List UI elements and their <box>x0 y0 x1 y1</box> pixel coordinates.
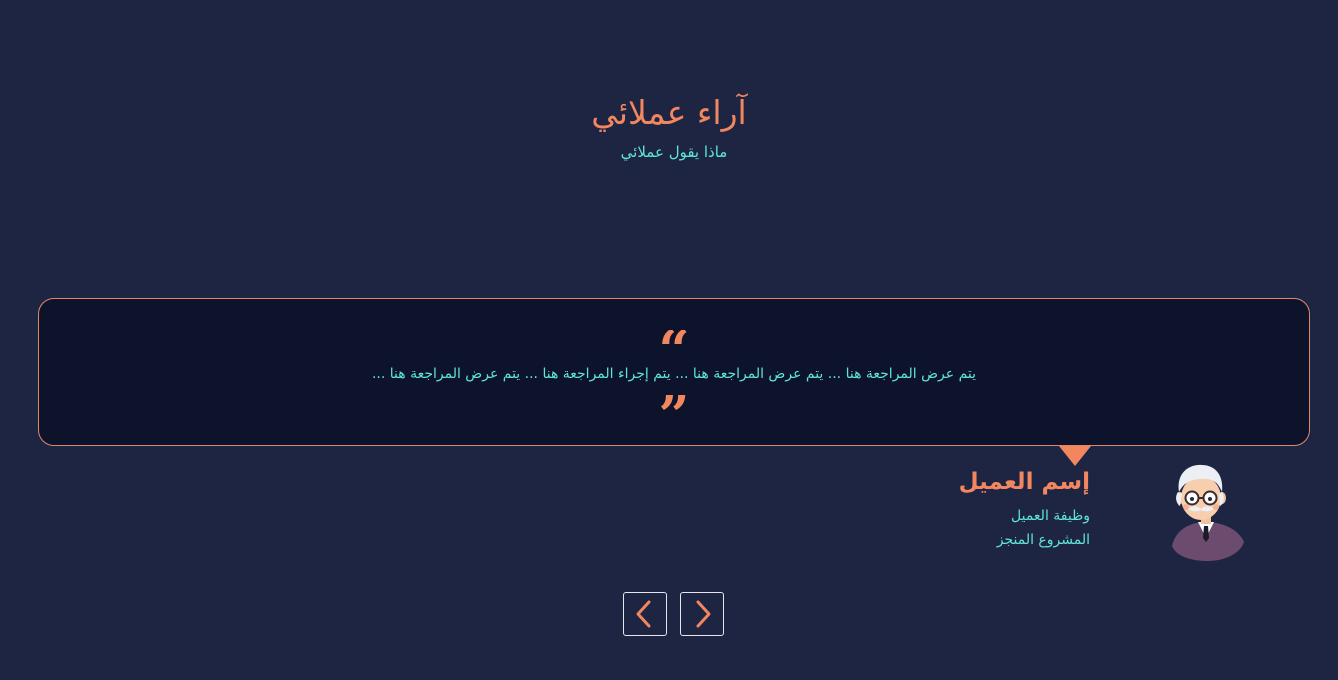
review-text: يتم عرض المراجعة هنا ... يتم عرض المراجع… <box>371 366 977 382</box>
testimonials-section: آراء عملائي ماذا يقول عملائي “ يتم عرض ا… <box>0 0 1338 680</box>
card-pointer <box>1059 446 1091 466</box>
client-info: إسم العميل وظيفة العميل المشروع المنجز <box>890 466 1090 552</box>
quote-open-icon: “ <box>39 330 1309 360</box>
client-project: المشروع المنجز <box>996 532 1090 548</box>
quote-close-icon: ” <box>39 395 1309 425</box>
chevron-right-icon <box>696 600 711 628</box>
client-job: وظيفة العميل <box>1011 508 1090 524</box>
next-button[interactable] <box>680 592 724 636</box>
chevron-left-icon <box>636 600 651 628</box>
prev-button[interactable] <box>623 592 667 636</box>
section-subtitle: ماذا يقول عملائي <box>620 143 728 161</box>
client-name: إسم العميل <box>958 469 1090 495</box>
review-card: “ يتم عرض المراجعة هنا ... يتم عرض المرا… <box>38 298 1310 446</box>
section-title: آراء عملائي <box>591 93 747 132</box>
old-man-avatar-icon <box>1166 462 1246 562</box>
